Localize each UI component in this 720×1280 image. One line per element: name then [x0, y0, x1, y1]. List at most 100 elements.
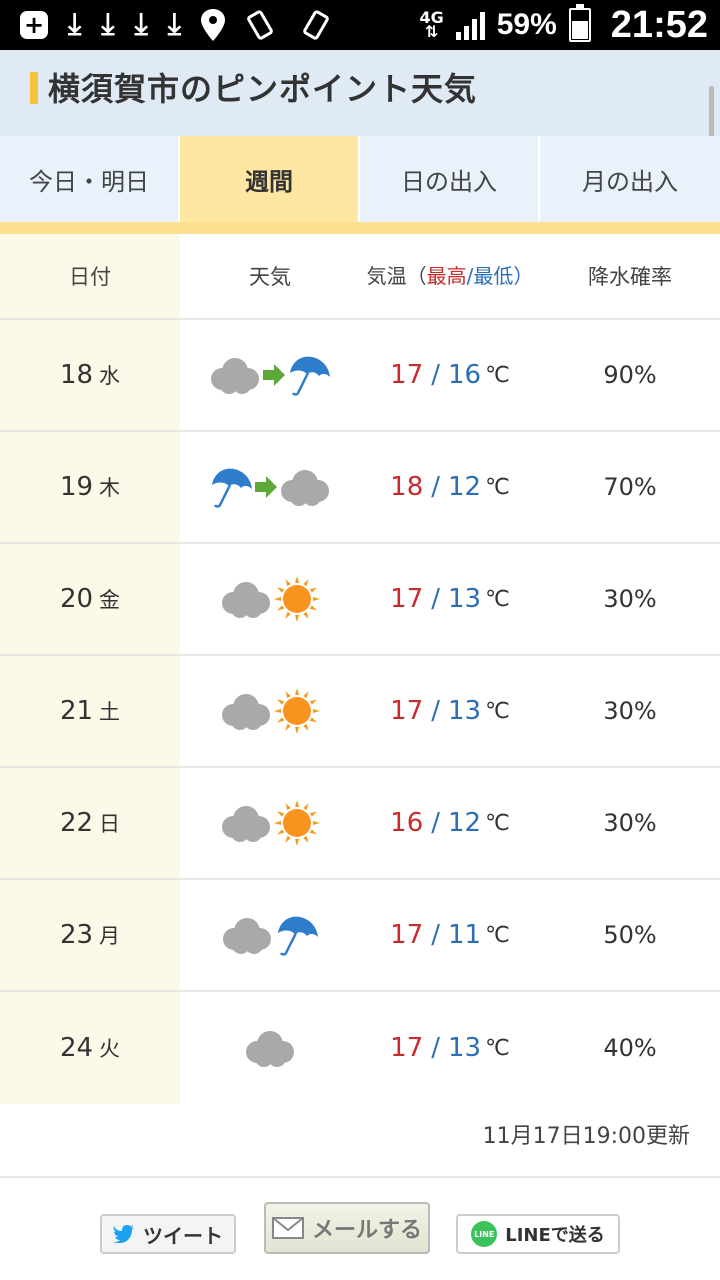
header-weather: 天気 [249, 265, 291, 289]
download-icon: ⤓ [134, 7, 148, 42]
mail-label: メールする [311, 1218, 422, 1243]
temp-high: 17 [390, 584, 424, 614]
sun-icon [274, 688, 320, 734]
tweet-label: ツイート [143, 1223, 223, 1248]
weekday: 日 [99, 812, 121, 836]
date-cell: 20 金 [0, 544, 180, 654]
weather-cell [180, 544, 360, 654]
date-cell: 24 火 [0, 992, 180, 1104]
line-share-button[interactable]: LINE LINEで送る [456, 1214, 620, 1254]
table-row: 22 日 16/12 ℃ 30% [0, 768, 720, 880]
weekday: 水 [99, 364, 121, 388]
header-date: 日付 [69, 265, 111, 289]
weekday: 土 [99, 700, 121, 724]
plus-icon: + [20, 11, 48, 39]
weather-cell [180, 320, 360, 430]
date-number: 21 [59, 696, 94, 726]
divider [0, 1176, 720, 1178]
rain-probability: 70% [603, 473, 657, 501]
rain-probability: 90% [603, 361, 657, 389]
date-cell: 18 水 [0, 320, 180, 430]
line-logo-icon: LINE [471, 1221, 498, 1247]
table-row: 24 火 17/13 ℃ 40% [0, 992, 720, 1104]
sun-icon [274, 800, 320, 846]
temp-low: 11 [448, 920, 482, 950]
rain-probability: 50% [603, 921, 657, 949]
temp-unit: ℃ [485, 922, 510, 948]
weather-cell [180, 768, 360, 878]
date-number: 19 [59, 472, 94, 502]
weather-cell [180, 992, 360, 1104]
tab-today-tomorrow[interactable]: 今日・明日 [0, 136, 180, 222]
arrow-right-icon [263, 364, 285, 386]
temp-cell: 18/12 ℃ [360, 432, 540, 542]
date-cell: 23 月 [0, 880, 180, 990]
tab-underline [0, 222, 720, 234]
rain-probability: 30% [603, 697, 657, 725]
header-rain: 降水確率 [588, 265, 672, 289]
mail-button[interactable]: メールする [264, 1202, 430, 1254]
date-number: 22 [59, 808, 94, 838]
date-number: 23 [59, 920, 94, 950]
arrow-right-icon [255, 476, 277, 498]
rain-cell: 50% [540, 880, 720, 990]
temp-cell: 17/13 ℃ [360, 656, 540, 766]
cloud-icon [222, 806, 270, 842]
temp-unit: ℃ [485, 586, 510, 612]
status-bar: + ⤓ ⤓ ⤓ ⤓ 4G ⇅ 59% 21:52 [0, 0, 720, 50]
twitter-bird-icon [113, 1225, 134, 1243]
temp-separator: / [431, 696, 441, 726]
tweet-button[interactable]: ツイート [100, 1214, 236, 1254]
weekday: 木 [99, 476, 121, 500]
date-cell: 19 木 [0, 432, 180, 542]
temp-unit: ℃ [485, 698, 510, 724]
temp-unit: ℃ [485, 474, 510, 500]
rain-probability: 30% [603, 585, 657, 613]
umbrella-icon [212, 468, 252, 508]
sun-icon [274, 576, 320, 622]
network-type: 4G ⇅ [419, 8, 444, 41]
temp-cell: 16/12 ℃ [360, 768, 540, 878]
temp-separator: / [431, 584, 441, 614]
signal-icon [455, 10, 485, 40]
rain-cell: 90% [540, 320, 720, 430]
temp-unit: ℃ [485, 810, 510, 836]
battery-percent: 59% [496, 8, 557, 41]
cloud-icon [246, 1031, 294, 1067]
rain-probability: 40% [603, 1034, 657, 1062]
table-row: 21 土 17/13 ℃ 30% [0, 656, 720, 768]
temp-low: 16 [448, 360, 482, 390]
temp-separator: / [431, 920, 441, 950]
date-number: 24 [59, 1033, 94, 1063]
cloud-icon [222, 582, 270, 618]
temp-cell: 17/11 ℃ [360, 880, 540, 990]
temp-cell: 17/16 ℃ [360, 320, 540, 430]
temp-low: 13 [448, 1033, 482, 1063]
title-accent [30, 72, 38, 104]
temp-cell: 17/13 ℃ [360, 544, 540, 654]
temp-cell: 17/13 ℃ [360, 992, 540, 1104]
tab-sunrise-sunset[interactable]: 日の出入 [360, 136, 540, 222]
tab-moonrise-moonset[interactable]: 月の出入 [540, 136, 720, 222]
header-weather-cell: 天気 [180, 234, 360, 318]
page-title: 横須賀市のピンポイント天気 [48, 70, 478, 108]
cloud-icon [281, 470, 329, 506]
table-header: 日付 天気 気温（最高/最低） 降水確率 [0, 234, 720, 320]
line-label: LINEで送る [505, 1225, 605, 1246]
date-number: 20 [59, 584, 94, 614]
temp-high: 18 [390, 472, 424, 502]
tab-bar: 今日・明日 週間 日の出入 月の出入 [0, 136, 720, 222]
header-temp-cell: 気温（最高/最低） [360, 234, 540, 318]
envelope-icon [271, 1217, 304, 1239]
temp-high: 17 [390, 920, 424, 950]
table-row: 18 水 17/16 ℃ 90% [0, 320, 720, 432]
temp-high: 17 [390, 696, 424, 726]
temp-low: 12 [448, 808, 482, 838]
temp-separator: / [431, 1033, 441, 1063]
umbrella-icon [278, 916, 318, 956]
location-pin-icon [201, 9, 226, 41]
temp-low: 13 [448, 584, 482, 614]
rotate-icon [247, 10, 273, 40]
tab-weekly[interactable]: 週間 [180, 136, 360, 222]
weather-cell [180, 880, 360, 990]
